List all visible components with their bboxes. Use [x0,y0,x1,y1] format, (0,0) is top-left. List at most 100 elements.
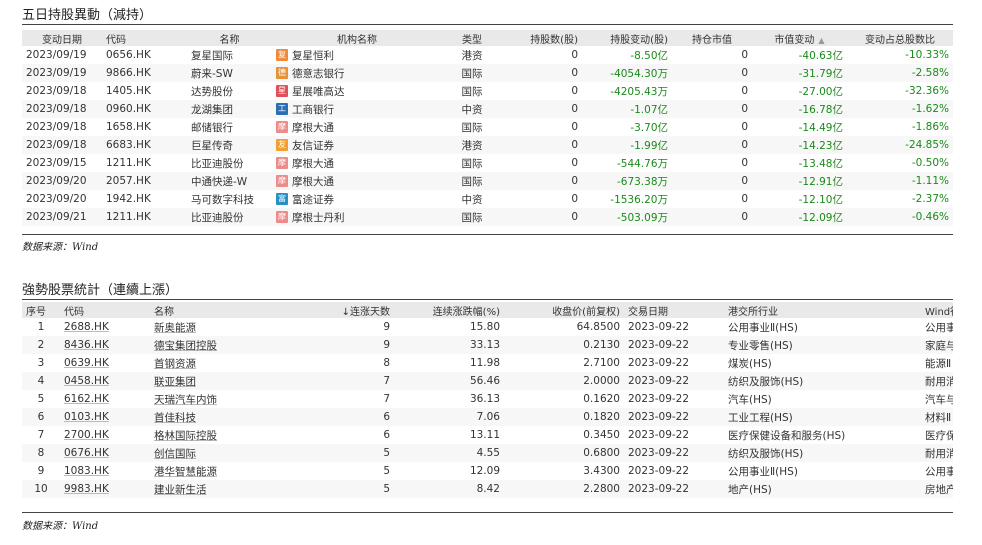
section2-title: 強勢股票統計（連續上漲） [22,283,179,298]
institution-label: 富途证券 [292,193,334,206]
wind-industry: 家庭与个人用品 [925,339,953,352]
stock-name: 天瑞汽车内饰 [154,393,217,406]
column-header[interactable]: 机构名称 [272,31,442,46]
table-row[interactable]: 2023/09/20 2057.HK 中通快递-W 摩摩根大通 国际 0 -673.38万 0… [22,172,953,190]
stock-name: 创信国际 [154,447,196,460]
institution-label: 摩根大通 [292,175,334,188]
table-row[interactable]: 4 0458.HK 联亚集团 7 56.46 2.0000 2023-09-22 纺织及服饰(… [22,372,953,390]
column-header[interactable]: 持股变动(股) [582,31,672,46]
institution-logo-icon: 富 [276,193,288,205]
stock-name: 复星国际 [191,49,233,62]
change-pct-of-total: -1.62% [911,103,949,115]
change-date: 2023/09/20 [26,193,87,205]
market-value-change: -12.91亿 [798,175,843,188]
column-header[interactable]: 代码 [60,303,150,318]
column-header[interactable]: 港交所行业 [724,303,921,318]
table-row[interactable]: 1 2688.HK 新奥能源 9 15.80 64.8500 2023-09-22 公用事业Ⅱ… [22,318,953,336]
change-date: 2023/09/20 [26,175,87,187]
trade-date: 2023-09-22 [628,447,690,459]
investor-type: 国际 [461,85,483,98]
stock-code: 0458.HK [64,375,109,387]
shares-change: -4054.30万 [610,67,668,80]
holding-change-table: 变动日期 代码 名称 机构名称 类型 持股数(股) 持股变动(股) 持仓市值 市值变动 ▲ 变动占总… [22,30,953,226]
close-price: 2.7100 [583,357,620,369]
column-header[interactable]: 名称 [150,303,278,318]
shares-held: 0 [571,85,578,97]
column-header[interactable]: 市值变动 ▲ [752,31,847,46]
change-date: 2023/09/18 [26,139,87,151]
section2-source-note: 数据来源：Wind [22,521,99,532]
shares-change: -1.99亿 [630,139,668,152]
column-header[interactable]: 类型 [442,31,502,46]
investor-type: 中资 [461,193,483,206]
stock-code: 2057.HK [106,175,151,187]
column-header[interactable]: 变动日期 [22,31,102,46]
table-row[interactable]: 7 2700.HK 格林国际控股 6 13.11 0.3450 2023-09-22 医疗保健… [22,426,953,444]
column-header[interactable]: 持股数(股) [502,31,582,46]
table-row[interactable]: 2023/09/20 1942.HK 马可数字科技 富富途证券 中资 0 -1536.20万… [22,190,953,208]
column-header[interactable]: ↓连涨天数 [278,303,394,318]
column-header[interactable]: 代码 [102,31,187,46]
table-row[interactable]: 2023/09/18 1405.HK 达势股份 星星展唯高达 国际 0 -4205.43万 0… [22,82,953,100]
table-row[interactable]: 2023/09/18 0960.HK 龙湖集团 工工商银行 中资 0 -1.07亿 0 -16.… [22,100,953,118]
investor-type: 中资 [461,103,483,116]
institution-label: 摩根大通 [292,121,334,134]
table-row[interactable]: 2023/09/19 9866.HK 蔚来-SW 德德意志银行 国际 0 -4054.30万… [22,64,953,82]
trade-date: 2023-09-22 [628,429,690,441]
column-header[interactable]: Wind行业 [921,303,953,318]
trade-date: 2023-09-22 [628,483,690,495]
table-row[interactable]: 3 0639.HK 首钢资源 8 11.98 2.7100 2023-09-22 煤炭(HS)… [22,354,953,372]
wind-industry: 汽车与汽车零部件 [925,393,953,406]
shares-change: -1536.20万 [610,193,668,206]
hkex-industry: 汽车(HS) [728,393,772,406]
wind-industry: 耐用消费品与服装 [925,447,953,460]
change-date: 2023/09/19 [26,49,87,61]
cumulative-change-pct: 8.42 [476,483,500,495]
table-row[interactable]: 2023/09/21 1211.HK 比亚迪股份 摩摩根士丹利 国际 0 -503.09万 0… [22,208,953,226]
table-row[interactable]: 2023/09/18 1658.HK 邮储银行 摩摩根大通 国际 0 -3.70亿 0 -14.… [22,118,953,136]
sort-ascending-icon[interactable]: ▲ [818,36,824,45]
shares-held: 0 [571,211,578,223]
stock-name: 比亚迪股份 [191,211,244,224]
trade-date: 2023-09-22 [628,375,690,387]
stock-code: 1211.HK [106,157,151,169]
column-header[interactable]: 收盘价(前复权) [504,303,624,318]
shares-held: 0 [571,49,578,61]
column-header[interactable]: 持仓市值 [672,31,752,46]
column-header[interactable]: 名称 [187,31,272,46]
change-pct-of-total: -2.37% [911,193,949,205]
stock-name: 港华智慧能源 [154,465,217,478]
table-row[interactable]: 2 8436.HK 德宝集团控股 9 33.13 0.2130 2023-09-22 专业零售… [22,336,953,354]
shares-change: -3.70亿 [630,121,668,134]
change-date: 2023/09/18 [26,121,87,133]
consecutive-up-days: 5 [383,447,390,459]
table-row[interactable]: 9 1083.HK 港华智慧能源 5 12.09 3.4300 2023-09-22 公用事业… [22,462,953,480]
hkex-industry: 煤炭(HS) [728,357,772,370]
change-pct-of-total: -32.36% [905,85,949,97]
table-row[interactable]: 2023/09/18 6683.HK 巨星传奇 友友信证券 港资 0 -1.99亿 0 -14.… [22,136,953,154]
stock-name: 新奥能源 [154,321,196,334]
table-row[interactable]: 10 9983.HK 建业新生活 5 8.42 2.2800 2023-09-22 地产(HS… [22,480,953,498]
stock-name: 德宝集团控股 [154,339,217,352]
cumulative-change-pct: 4.55 [476,447,500,459]
institution-name: 德德意志银行 [272,66,442,81]
stock-code: 6683.HK [106,139,151,151]
consecutive-up-days: 9 [383,339,390,351]
wind-industry: 房地产Ⅱ [925,483,953,496]
change-pct-of-total: -1.11% [911,175,949,187]
table-row[interactable]: 8 0676.HK 创信国际 5 4.55 0.6800 2023-09-22 纺织及服饰(H… [22,444,953,462]
table-row[interactable]: 2023/09/15 1211.HK 比亚迪股份 摩摩根大通 国际 0 -544.76万 0 -… [22,154,953,172]
column-header[interactable]: 变动占总股数比 [847,31,953,46]
table-row[interactable]: 6 0103.HK 首佳科技 6 7.06 0.1820 2023-09-22 工业工程(HS… [22,408,953,426]
column-header[interactable]: 序号 [22,303,60,318]
hkex-industry: 纺织及服饰(HS) [728,447,804,460]
column-header[interactable]: 交易日期 [624,303,724,318]
table-row[interactable]: 2023/09/19 0656.HK 复星国际 复复星恒利 港资 0 -8.50亿 0 -40.… [22,46,953,64]
consecutive-up-days: 5 [383,483,390,495]
table-row[interactable]: 5 6162.HK 天瑞汽车内饰 7 36.13 0.1620 2023-09-22 汽车(H… [22,390,953,408]
market-value-change: -14.23亿 [798,139,843,152]
consecutive-up-days: 8 [383,357,390,369]
row-number: 6 [37,411,45,423]
column-header[interactable]: 连续涨跌幅(%) [394,303,504,318]
market-value-change: -12.09亿 [798,211,843,224]
